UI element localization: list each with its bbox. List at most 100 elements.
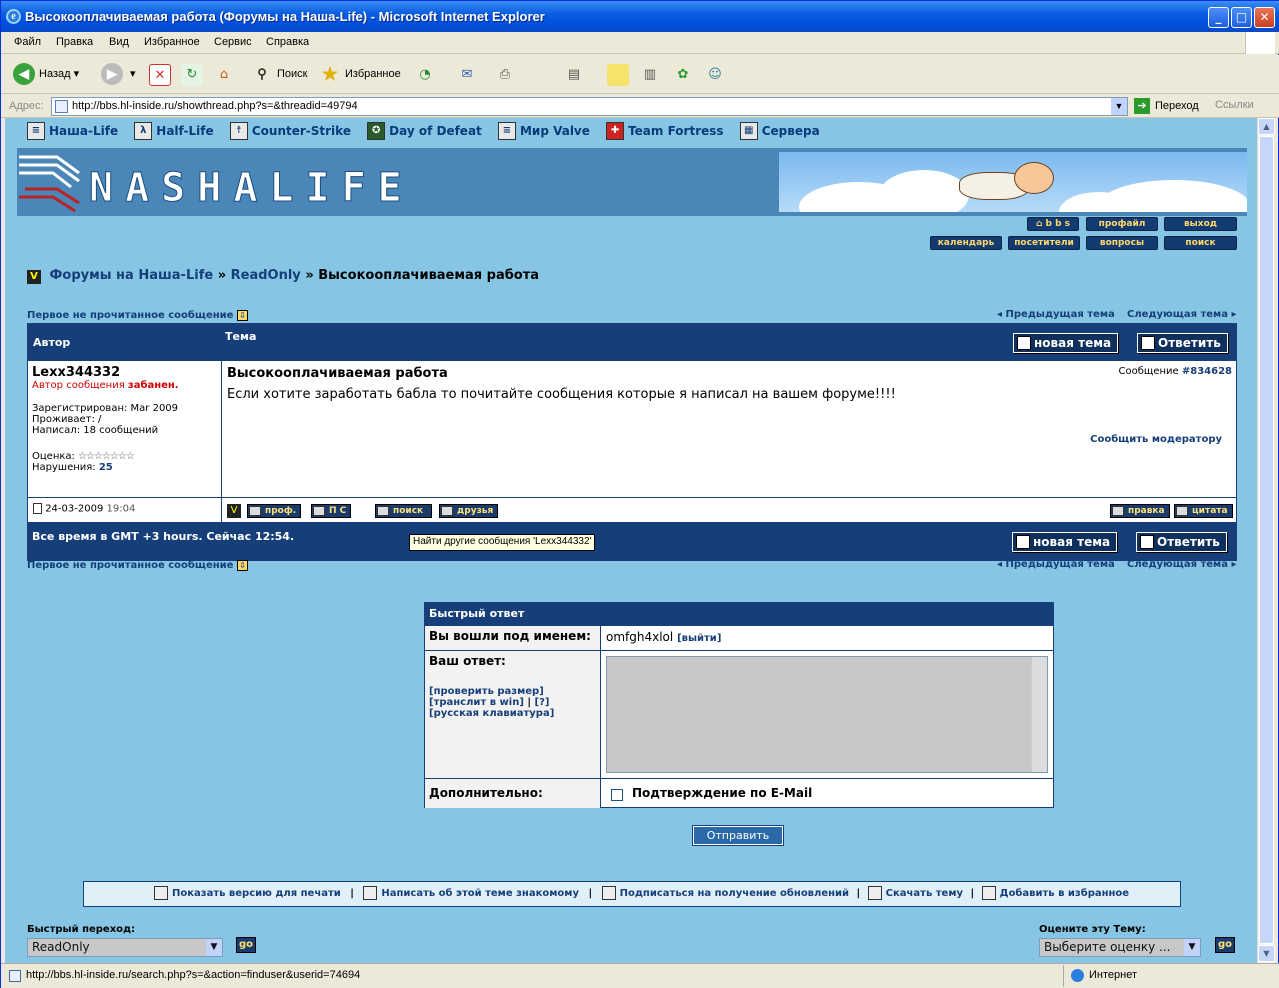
favorites-button[interactable]: ★ Избранное: [319, 63, 401, 85]
visitors-button[interactable]: посетители: [1008, 236, 1080, 250]
logout-link[interactable]: [выйти]: [677, 633, 721, 644]
new-topic-button-top[interactable]: новая тема: [1013, 333, 1119, 353]
first-unread-link-bottom[interactable]: Первое не прочитанное сообщение ⇩: [27, 560, 248, 571]
textarea-scrollbar[interactable]: [1031, 657, 1047, 772]
nav-day-of-defeat[interactable]: Day of Defeat: [389, 124, 482, 138]
menu-tools[interactable]: Сервис: [214, 36, 252, 48]
help-link[interactable]: [?]: [535, 697, 550, 708]
bbs-button[interactable]: ⌂ b b s: [1027, 217, 1079, 231]
prev-thread-link-top[interactable]: ◂ Предыдущая тема: [997, 309, 1115, 320]
menu-edit[interactable]: Правка: [56, 36, 93, 48]
edit-post-button[interactable]: правка: [1110, 504, 1170, 518]
friends-button[interactable]: друзья: [439, 504, 499, 518]
quote-button[interactable]: цитата: [1174, 504, 1233, 518]
mail-icon[interactable]: ✉: [456, 64, 478, 86]
add-favorite-link[interactable]: Добавить в избранное: [1000, 888, 1129, 899]
nav-servers[interactable]: Сервера: [762, 124, 820, 138]
new-topic-button-bottom[interactable]: новая тема: [1012, 532, 1118, 552]
topic-column-header: Тема: [225, 330, 257, 343]
rating-stars-icon: ☆☆☆☆☆☆☆: [78, 451, 135, 462]
prev-thread-link-bottom[interactable]: ◂ Предыдущая тема: [997, 559, 1115, 570]
reply-textarea[interactable]: [606, 656, 1048, 773]
links-label[interactable]: Ссылки: [1215, 99, 1254, 111]
reply-label-cell: Ваш ответ: [проверить размер] [транслит …: [425, 651, 601, 778]
breadcrumb-readonly[interactable]: ReadOnly: [231, 268, 301, 283]
reply-icon: [1141, 336, 1155, 350]
profile-button[interactable]: профайл: [1086, 217, 1158, 231]
submit-button[interactable]: Отправить: [692, 825, 784, 846]
browser-window: e Высокооплачиваемая работа (Форумы на Н…: [0, 0, 1279, 988]
author-violations: Нарушения: 25: [32, 462, 113, 473]
title-bar[interactable]: e Высокооплачиваемая работа (Форумы на Н…: [1, 1, 1279, 32]
research-icon[interactable]: ▥: [639, 64, 661, 86]
scroll-up-icon[interactable]: ▲: [1258, 118, 1275, 135]
address-dropdown[interactable]: ▼: [1111, 98, 1127, 115]
logout-button[interactable]: выход: [1164, 217, 1237, 231]
profile-post-button[interactable]: проф.: [247, 504, 302, 518]
first-unread-link-top[interactable]: Первое не прочитанное сообщение ⇩: [27, 310, 248, 321]
search-button[interactable]: ⚲ Поиск: [251, 63, 307, 85]
history-icon[interactable]: ◔: [414, 64, 436, 86]
pm-icon: [313, 506, 325, 516]
author-registered: Зарегистрирован: Mar 2009: [32, 403, 179, 414]
pm-button[interactable]: П С: [311, 504, 352, 518]
subscribe-link[interactable]: Подписаться на получение обновлений: [620, 888, 849, 899]
translit-link[interactable]: [транслит в win]: [429, 697, 524, 708]
print-icon[interactable]: ⎙: [494, 64, 516, 86]
next-thread-link-bottom[interactable]: Следующая тема ▸: [1127, 559, 1236, 570]
rate-thread-select[interactable]: Выберите оценку ... ▼: [1039, 938, 1201, 957]
calendar-button[interactable]: календарь: [930, 236, 1002, 250]
breadcrumb-forums[interactable]: Форумы на Наша-Life: [50, 268, 214, 283]
next-thread-link-top[interactable]: Следующая тема ▸: [1127, 309, 1236, 320]
email-confirm-checkbox[interactable]: [611, 789, 623, 801]
close-button[interactable]: ✕: [1254, 7, 1275, 28]
nav-nashalife[interactable]: Наша-Life: [49, 124, 118, 138]
report-moderator-link[interactable]: Сообщить модератору: [1090, 434, 1222, 445]
address-input[interactable]: http://bbs.hl-inside.ru/showthread.php?s…: [51, 97, 1128, 116]
print-version-link[interactable]: Показать версию для печати: [172, 888, 341, 899]
windows-logo-icon: [1245, 32, 1275, 54]
faq-button[interactable]: вопросы: [1086, 236, 1158, 250]
menu-file[interactable]: Файл: [14, 36, 41, 48]
menu-help[interactable]: Справка: [266, 36, 309, 48]
email-friend-link[interactable]: Написать об этой теме знакомому: [381, 888, 579, 899]
find-posts-button[interactable]: поиск: [375, 504, 432, 518]
minimize-button[interactable]: _: [1208, 7, 1229, 28]
rate-go-button[interactable]: go: [1215, 937, 1235, 953]
quick-jump-go-button[interactable]: go: [236, 937, 256, 953]
nav-half-life[interactable]: Half-Life: [156, 124, 213, 138]
scroll-down-icon[interactable]: ▼: [1258, 945, 1275, 962]
stop-icon[interactable]: ✕: [149, 64, 171, 86]
status-url: http://bbs.hl-inside.ru/search.php?s=&ac…: [26, 969, 361, 981]
chevron-down-icon: ▼: [206, 939, 222, 956]
go-button[interactable]: ➔ Переход: [1134, 97, 1199, 115]
menu-view[interactable]: Вид: [109, 36, 129, 48]
quick-jump-select[interactable]: ReadOnly ▼: [27, 938, 223, 957]
messenger-icon[interactable]: ☺: [704, 64, 726, 86]
note-icon[interactable]: [607, 64, 629, 86]
friends-icon: [441, 506, 453, 516]
author-name[interactable]: Lexx344332: [32, 365, 217, 380]
forward-button[interactable]: ▶ ▾: [101, 63, 136, 86]
scroll-thumb[interactable]: [1259, 136, 1274, 944]
refresh-icon[interactable]: ↻: [181, 64, 203, 86]
vertical-scrollbar[interactable]: ▲ ▼: [1257, 118, 1275, 963]
search-top-button[interactable]: поиск: [1164, 236, 1237, 250]
maximize-button[interactable]: □: [1231, 7, 1252, 28]
menu-favorites[interactable]: Избранное: [144, 36, 200, 48]
icq-icon[interactable]: ✿: [672, 64, 694, 86]
reply-button-bottom[interactable]: Ответить: [1136, 532, 1227, 552]
breadcrumb: V Форумы на Наша-Life » ReadOnly » Высок…: [27, 268, 539, 284]
nav-team-fortress[interactable]: Team Fortress: [628, 124, 723, 138]
edit-icon[interactable]: ▤: [563, 64, 585, 86]
check-size-link[interactable]: [проверить размер]: [429, 686, 596, 697]
home-icon[interactable]: ⌂: [213, 64, 235, 86]
reply-button-top[interactable]: Ответить: [1137, 333, 1228, 353]
nav-counter-strike[interactable]: Counter-Strike: [252, 124, 351, 138]
russian-keyboard-link[interactable]: [русская клавиатура]: [429, 708, 596, 719]
logged-in-label: Вы вошли под именем:: [425, 626, 601, 650]
back-button[interactable]: ◀ Назад ▾: [13, 63, 79, 86]
nav-valve[interactable]: Мир Valve: [520, 124, 590, 138]
download-link[interactable]: Скачать тему: [886, 888, 963, 899]
site-logo[interactable]: NASHALIFE: [17, 155, 497, 213]
